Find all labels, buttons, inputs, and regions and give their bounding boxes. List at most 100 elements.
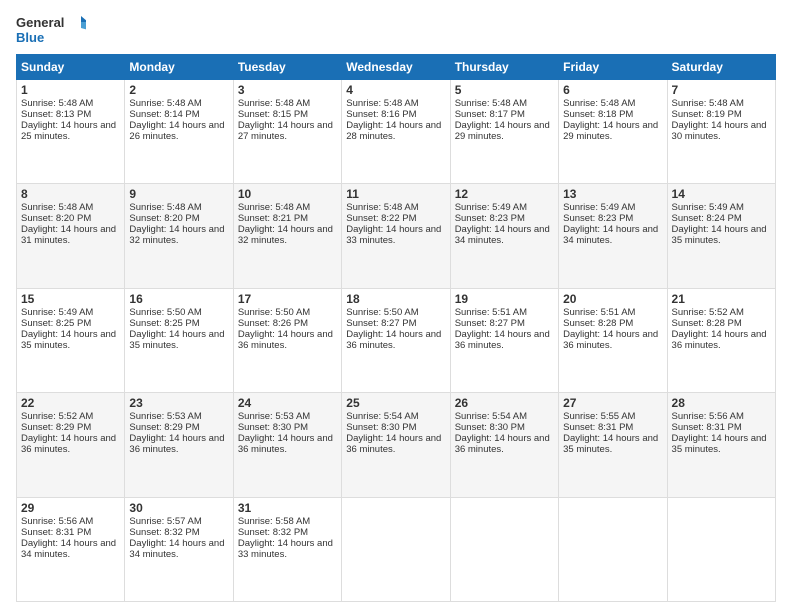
calendar-cell: 9 Sunrise: 5:48 AM Sunset: 8:20 PM Dayli… bbox=[125, 184, 233, 288]
sunrise-text: Sunrise: 5:53 AM bbox=[129, 411, 201, 422]
sunset-text: Sunset: 8:30 PM bbox=[346, 422, 416, 433]
sunset-text: Sunset: 8:28 PM bbox=[563, 318, 633, 329]
daylight-text: Daylight: 14 hours and 31 minutes. bbox=[21, 224, 116, 246]
calendar-week-row: 1 Sunrise: 5:48 AM Sunset: 8:13 PM Dayli… bbox=[17, 80, 776, 184]
sunset-text: Sunset: 8:25 PM bbox=[21, 318, 91, 329]
daylight-text: Daylight: 14 hours and 36 minutes. bbox=[455, 433, 550, 455]
daylight-text: Daylight: 14 hours and 29 minutes. bbox=[455, 120, 550, 142]
calendar-table: SundayMondayTuesdayWednesdayThursdayFrid… bbox=[16, 54, 776, 602]
daylight-text: Daylight: 14 hours and 36 minutes. bbox=[129, 433, 224, 455]
day-number: 4 bbox=[346, 83, 445, 97]
day-number: 6 bbox=[563, 83, 662, 97]
day-number: 22 bbox=[21, 396, 120, 410]
sunrise-text: Sunrise: 5:51 AM bbox=[455, 307, 527, 318]
calendar-cell: 18 Sunrise: 5:50 AM Sunset: 8:27 PM Dayl… bbox=[342, 288, 450, 392]
sunrise-text: Sunrise: 5:54 AM bbox=[455, 411, 527, 422]
calendar-header-monday: Monday bbox=[125, 55, 233, 80]
daylight-text: Daylight: 14 hours and 28 minutes. bbox=[346, 120, 441, 142]
calendar-header-wednesday: Wednesday bbox=[342, 55, 450, 80]
daylight-text: Daylight: 14 hours and 36 minutes. bbox=[21, 433, 116, 455]
calendar-cell: 30 Sunrise: 5:57 AM Sunset: 8:32 PM Dayl… bbox=[125, 497, 233, 601]
sunrise-text: Sunrise: 5:55 AM bbox=[563, 411, 635, 422]
sunset-text: Sunset: 8:23 PM bbox=[563, 213, 633, 224]
daylight-text: Daylight: 14 hours and 36 minutes. bbox=[346, 329, 441, 351]
daylight-text: Daylight: 14 hours and 33 minutes. bbox=[346, 224, 441, 246]
calendar-cell: 16 Sunrise: 5:50 AM Sunset: 8:25 PM Dayl… bbox=[125, 288, 233, 392]
sunrise-text: Sunrise: 5:48 AM bbox=[238, 98, 310, 109]
sunset-text: Sunset: 8:20 PM bbox=[129, 213, 199, 224]
day-number: 12 bbox=[455, 187, 554, 201]
calendar-cell: 2 Sunrise: 5:48 AM Sunset: 8:14 PM Dayli… bbox=[125, 80, 233, 184]
sunset-text: Sunset: 8:31 PM bbox=[563, 422, 633, 433]
calendar-cell: 10 Sunrise: 5:48 AM Sunset: 8:21 PM Dayl… bbox=[233, 184, 341, 288]
sunrise-text: Sunrise: 5:52 AM bbox=[21, 411, 93, 422]
calendar-cell: 11 Sunrise: 5:48 AM Sunset: 8:22 PM Dayl… bbox=[342, 184, 450, 288]
calendar-cell bbox=[342, 497, 450, 601]
day-number: 19 bbox=[455, 292, 554, 306]
sunset-text: Sunset: 8:26 PM bbox=[238, 318, 308, 329]
calendar-cell: 26 Sunrise: 5:54 AM Sunset: 8:30 PM Dayl… bbox=[450, 393, 558, 497]
calendar-cell: 20 Sunrise: 5:51 AM Sunset: 8:28 PM Dayl… bbox=[559, 288, 667, 392]
day-number: 13 bbox=[563, 187, 662, 201]
daylight-text: Daylight: 14 hours and 35 minutes. bbox=[563, 433, 658, 455]
day-number: 20 bbox=[563, 292, 662, 306]
daylight-text: Daylight: 14 hours and 36 minutes. bbox=[238, 433, 333, 455]
day-number: 14 bbox=[672, 187, 771, 201]
sunset-text: Sunset: 8:21 PM bbox=[238, 213, 308, 224]
sunset-text: Sunset: 8:31 PM bbox=[21, 527, 91, 538]
day-number: 15 bbox=[21, 292, 120, 306]
sunrise-text: Sunrise: 5:53 AM bbox=[238, 411, 310, 422]
calendar-cell: 3 Sunrise: 5:48 AM Sunset: 8:15 PM Dayli… bbox=[233, 80, 341, 184]
daylight-text: Daylight: 14 hours and 29 minutes. bbox=[563, 120, 658, 142]
sunrise-text: Sunrise: 5:56 AM bbox=[21, 516, 93, 527]
daylight-text: Daylight: 14 hours and 35 minutes. bbox=[672, 433, 767, 455]
sunset-text: Sunset: 8:25 PM bbox=[129, 318, 199, 329]
calendar-cell: 25 Sunrise: 5:54 AM Sunset: 8:30 PM Dayl… bbox=[342, 393, 450, 497]
daylight-text: Daylight: 14 hours and 36 minutes. bbox=[238, 329, 333, 351]
calendar-cell bbox=[559, 497, 667, 601]
calendar-cell: 21 Sunrise: 5:52 AM Sunset: 8:28 PM Dayl… bbox=[667, 288, 775, 392]
calendar-week-row: 22 Sunrise: 5:52 AM Sunset: 8:29 PM Dayl… bbox=[17, 393, 776, 497]
calendar-cell: 7 Sunrise: 5:48 AM Sunset: 8:19 PM Dayli… bbox=[667, 80, 775, 184]
sunrise-text: Sunrise: 5:56 AM bbox=[672, 411, 744, 422]
daylight-text: Daylight: 14 hours and 34 minutes. bbox=[21, 538, 116, 560]
daylight-text: Daylight: 14 hours and 34 minutes. bbox=[129, 538, 224, 560]
sunset-text: Sunset: 8:32 PM bbox=[129, 527, 199, 538]
daylight-text: Daylight: 14 hours and 30 minutes. bbox=[672, 120, 767, 142]
daylight-text: Daylight: 14 hours and 35 minutes. bbox=[672, 224, 767, 246]
sunset-text: Sunset: 8:18 PM bbox=[563, 109, 633, 120]
day-number: 2 bbox=[129, 83, 228, 97]
calendar-header-row: SundayMondayTuesdayWednesdayThursdayFrid… bbox=[17, 55, 776, 80]
sunrise-text: Sunrise: 5:49 AM bbox=[21, 307, 93, 318]
daylight-text: Daylight: 14 hours and 34 minutes. bbox=[455, 224, 550, 246]
sunrise-text: Sunrise: 5:50 AM bbox=[129, 307, 201, 318]
calendar-cell: 31 Sunrise: 5:58 AM Sunset: 8:32 PM Dayl… bbox=[233, 497, 341, 601]
day-number: 25 bbox=[346, 396, 445, 410]
calendar-header-tuesday: Tuesday bbox=[233, 55, 341, 80]
calendar-cell: 5 Sunrise: 5:48 AM Sunset: 8:17 PM Dayli… bbox=[450, 80, 558, 184]
sunset-text: Sunset: 8:27 PM bbox=[455, 318, 525, 329]
daylight-text: Daylight: 14 hours and 35 minutes. bbox=[129, 329, 224, 351]
day-number: 27 bbox=[563, 396, 662, 410]
daylight-text: Daylight: 14 hours and 36 minutes. bbox=[455, 329, 550, 351]
sunset-text: Sunset: 8:24 PM bbox=[672, 213, 742, 224]
calendar-header-friday: Friday bbox=[559, 55, 667, 80]
sunrise-text: Sunrise: 5:48 AM bbox=[129, 98, 201, 109]
sunrise-text: Sunrise: 5:49 AM bbox=[563, 202, 635, 213]
daylight-text: Daylight: 14 hours and 36 minutes. bbox=[563, 329, 658, 351]
header: General Blue bbox=[16, 12, 776, 48]
sunset-text: Sunset: 8:20 PM bbox=[21, 213, 91, 224]
calendar-week-row: 29 Sunrise: 5:56 AM Sunset: 8:31 PM Dayl… bbox=[17, 497, 776, 601]
daylight-text: Daylight: 14 hours and 32 minutes. bbox=[129, 224, 224, 246]
sunset-text: Sunset: 8:15 PM bbox=[238, 109, 308, 120]
daylight-text: Daylight: 14 hours and 36 minutes. bbox=[346, 433, 441, 455]
sunset-text: Sunset: 8:19 PM bbox=[672, 109, 742, 120]
day-number: 23 bbox=[129, 396, 228, 410]
day-number: 10 bbox=[238, 187, 337, 201]
sunset-text: Sunset: 8:22 PM bbox=[346, 213, 416, 224]
day-number: 8 bbox=[21, 187, 120, 201]
sunrise-text: Sunrise: 5:50 AM bbox=[238, 307, 310, 318]
calendar-cell: 29 Sunrise: 5:56 AM Sunset: 8:31 PM Dayl… bbox=[17, 497, 125, 601]
sunrise-text: Sunrise: 5:48 AM bbox=[238, 202, 310, 213]
sunrise-text: Sunrise: 5:54 AM bbox=[346, 411, 418, 422]
